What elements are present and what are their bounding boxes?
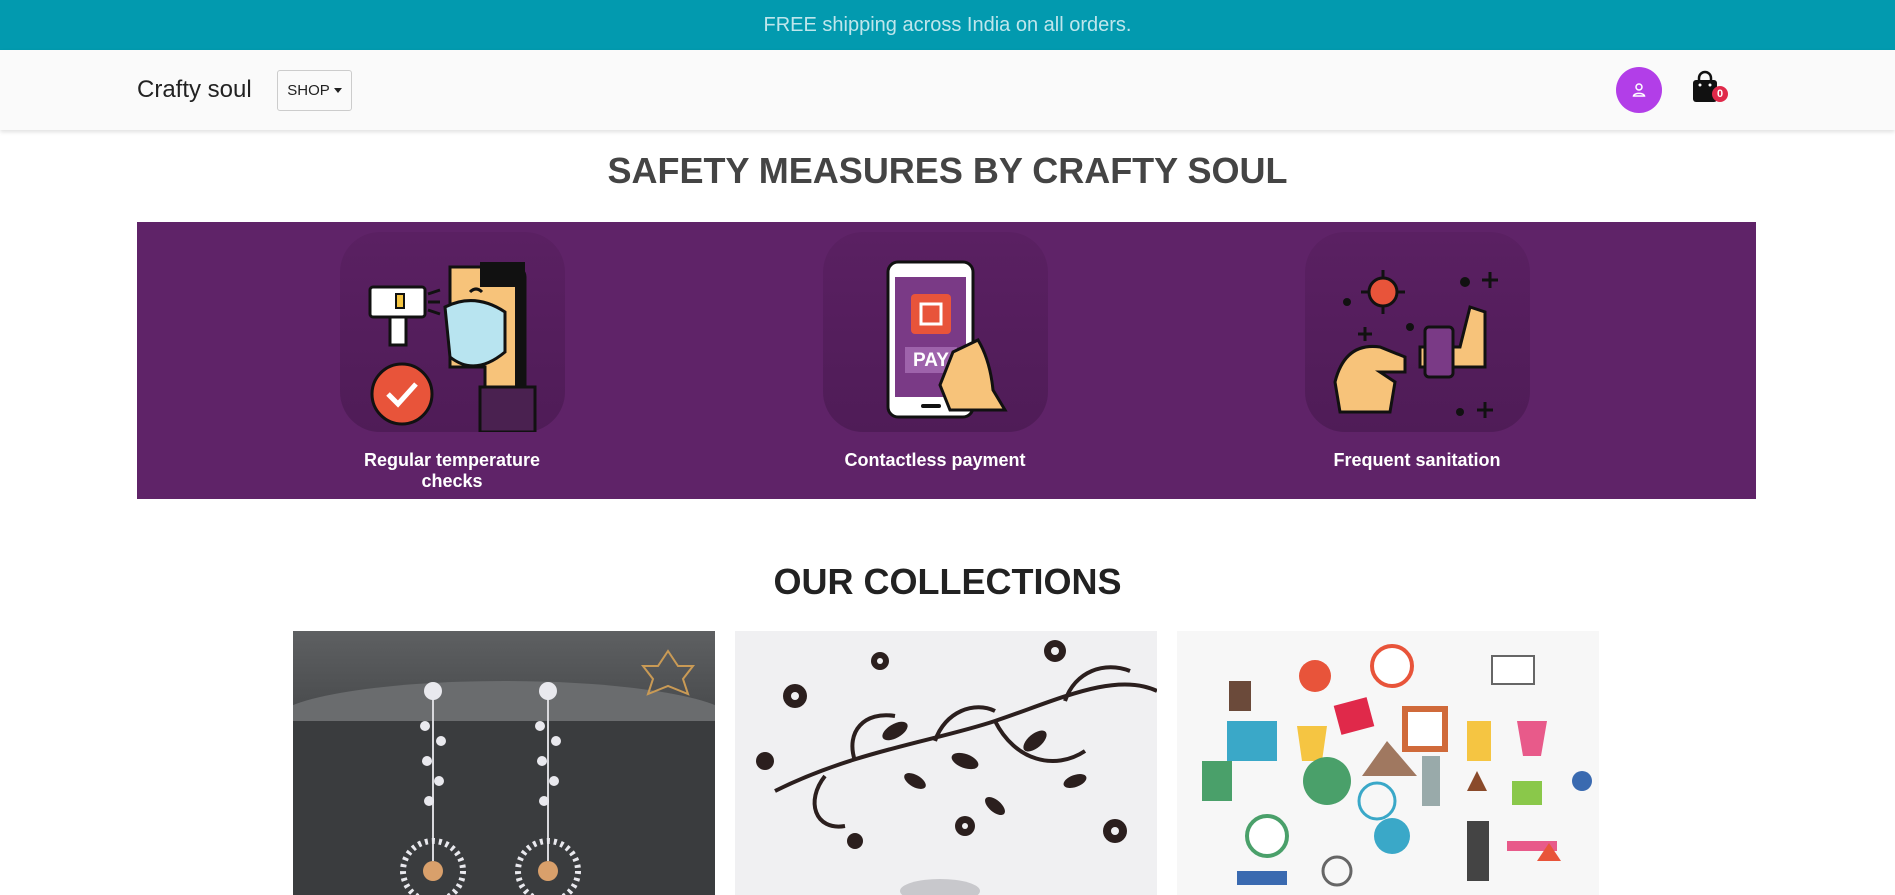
safety-item-label: Contactless payment (844, 450, 1026, 470)
cart-count-badge: 0 (1712, 86, 1728, 102)
safety-item-temperature: Regular temperature checks (332, 232, 572, 492)
cart-button[interactable]: 0 (1690, 70, 1730, 110)
shop-label: SHOP (287, 82, 330, 99)
caret-down-icon (333, 88, 342, 93)
safety-item-sanitation: Frequent sanitation (1297, 232, 1537, 471)
collections-section-title: OUR COLLECTIONS (773, 561, 1122, 602)
safety-item-label: Regular temperature checks (363, 450, 541, 491)
announcement-text: FREE shipping across India on all orders… (763, 13, 1132, 36)
safety-banner: Regular temperature checks PAY Contactle… (137, 222, 1756, 499)
collection-card-home-decor[interactable] (1177, 631, 1599, 895)
safety-item-label: Frequent sanitation (1333, 450, 1501, 470)
account-button[interactable] (1616, 67, 1662, 113)
user-icon (1632, 83, 1646, 97)
collection-card-wall-decals[interactable] (735, 631, 1157, 895)
contactless-payment-icon: PAY (822, 232, 1048, 432)
navbar: Crafty soul SHOP 0 (0, 50, 1895, 130)
brand-logo[interactable]: Crafty soul (137, 76, 252, 104)
floral-wall-decal-image (735, 631, 1157, 895)
shop-dropdown-button[interactable]: SHOP (277, 70, 352, 111)
announcement-bar: FREE shipping across India on all orders… (0, 0, 1895, 50)
earrings-image (293, 649, 715, 895)
sanitation-icon (1304, 232, 1530, 432)
home-decor-items-image (1177, 631, 1599, 895)
safety-item-payment: PAY Contactless payment (815, 232, 1055, 471)
pay-text: PAY (913, 350, 949, 371)
safety-section-title: SAFETY MEASURES BY CRAFTY SOUL (607, 150, 1288, 191)
temperature-check-icon (339, 232, 565, 434)
collection-card-earrings[interactable] (293, 631, 715, 895)
